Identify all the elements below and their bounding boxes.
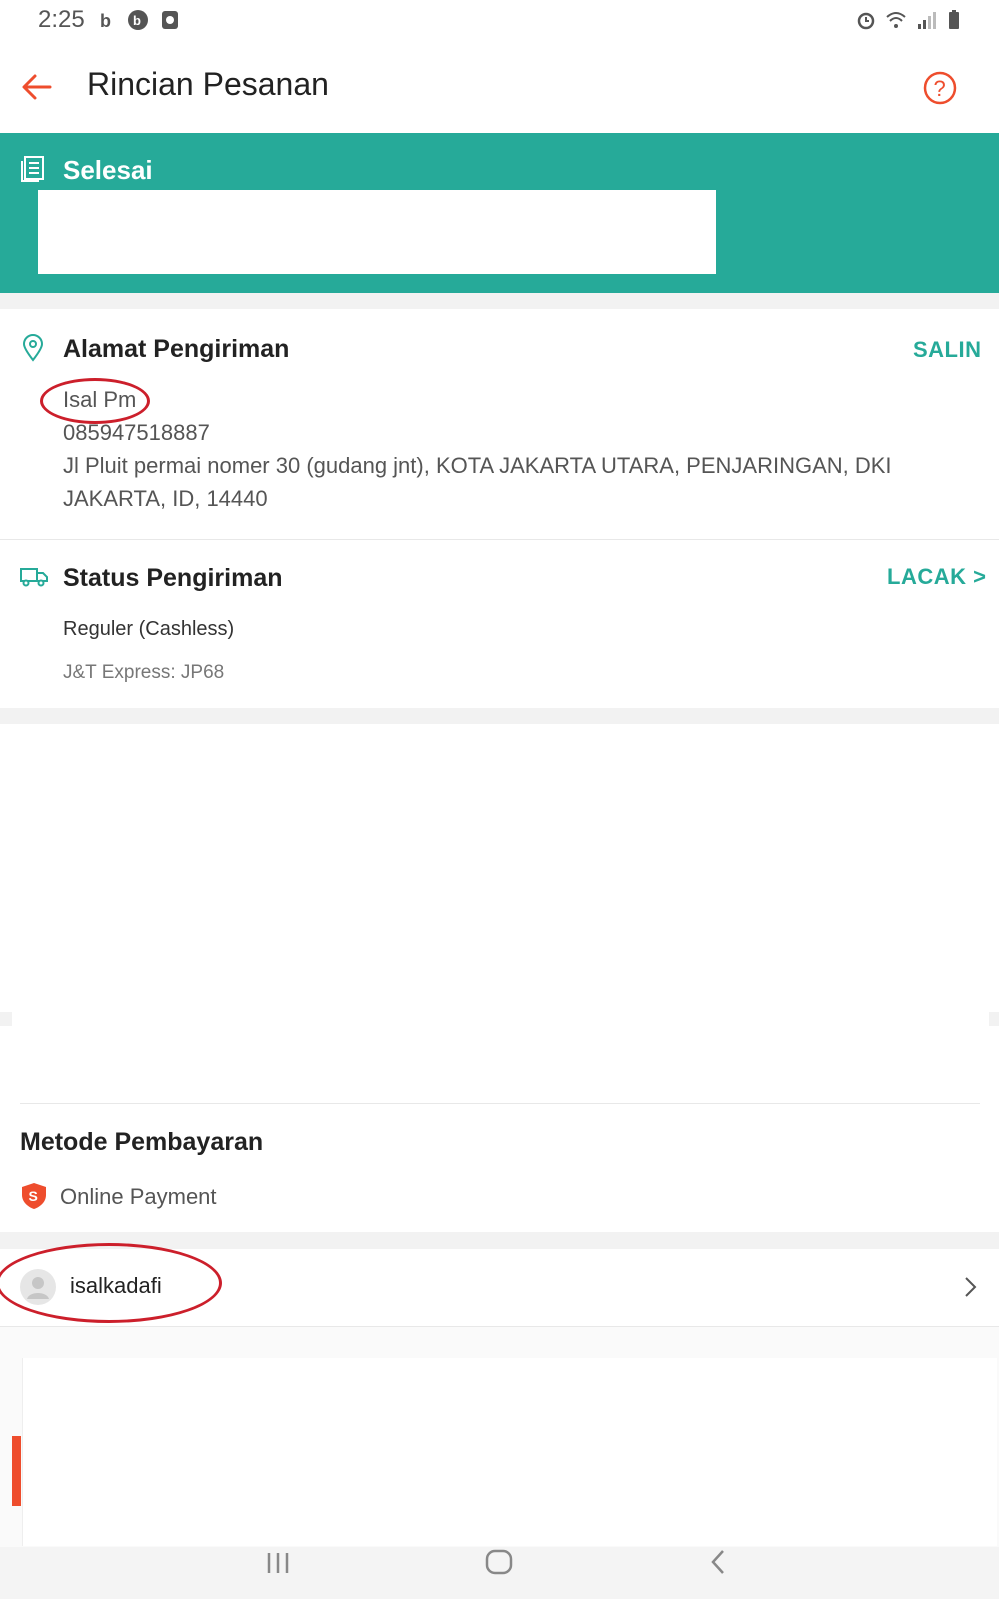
shipping-address-section: Alamat Pengiriman SALIN Isal Pm 08594751… <box>0 309 999 539</box>
page-title: Rincian Pesanan <box>87 66 329 102</box>
section-gap <box>0 293 999 309</box>
recent-apps-icon[interactable] <box>264 1547 294 1575</box>
recipient-phone: 085947518887 <box>63 420 210 445</box>
annotation-circle-username <box>0 1243 222 1323</box>
order-status-label: Selesai <box>63 155 153 185</box>
signal-icon <box>918 12 936 29</box>
shipping-status-title: Status Pengiriman <box>63 564 283 592</box>
payment-method: Online Payment <box>60 1184 217 1209</box>
address-line-1: Jl Pluit permai nomer 30 (gudang jnt), K… <box>63 453 892 478</box>
redacted-area <box>38 190 716 274</box>
battery-icon <box>949 10 959 29</box>
svg-text:b: b <box>133 13 141 28</box>
wifi-icon <box>886 12 906 28</box>
copy-address-button[interactable]: SALIN <box>913 337 982 363</box>
svg-text:?: ? <box>934 76 946 101</box>
edge-mark <box>0 1012 12 1026</box>
shield-payment-icon: S <box>22 1183 46 1209</box>
location-pin-icon <box>22 334 44 362</box>
help-icon[interactable]: ? <box>922 70 958 106</box>
action-bar-accent <box>12 1436 21 1506</box>
section-gap <box>0 708 999 724</box>
alarm-icon <box>857 12 875 30</box>
edge-mark <box>989 1012 999 1026</box>
shipping-status-section: Status Pengiriman LACAK > Reguler (Cashl… <box>0 540 999 708</box>
order-status-banner: Selesai <box>0 133 999 293</box>
track-button[interactable]: LACAK > <box>887 564 986 590</box>
app-notification-icon: b <box>100 11 111 30</box>
status-time: 2:25 <box>38 6 85 33</box>
svg-text:S: S <box>29 1188 38 1204</box>
chevron-right-icon <box>965 1277 977 1297</box>
back-arrow-icon[interactable] <box>20 70 54 104</box>
product-area <box>0 724 999 1094</box>
shipping-address-title: Alamat Pengiriman <box>63 335 290 363</box>
truck-icon <box>20 568 48 587</box>
seller-row[interactable]: isalkadafi <box>0 1243 999 1326</box>
home-icon[interactable] <box>484 1547 514 1575</box>
receipt-icon <box>21 156 44 182</box>
screenshot-notification-icon <box>162 11 178 29</box>
address-line-2: JAKARTA, ID, 14440 <box>63 486 268 511</box>
svg-text:b: b <box>100 11 111 30</box>
tracking-number: J&T Express: JP68 <box>63 662 225 683</box>
shipping-service: Reguler (Cashless) <box>63 618 235 640</box>
app-bar: Rincian Pesanan ? <box>0 44 999 132</box>
back-nav-icon[interactable] <box>706 1547 730 1575</box>
bottom-panel <box>22 1358 997 1546</box>
system-nav-bar <box>0 1547 999 1599</box>
payment-section: Metode Pembayaran S Online Payment <box>0 1104 999 1232</box>
app-circle-notification-icon: b <box>128 10 148 30</box>
annotation-circle-name <box>40 378 150 424</box>
payment-title: Metode Pembayaran <box>20 1128 264 1156</box>
status-bar: 2:25 b b <box>0 0 999 44</box>
